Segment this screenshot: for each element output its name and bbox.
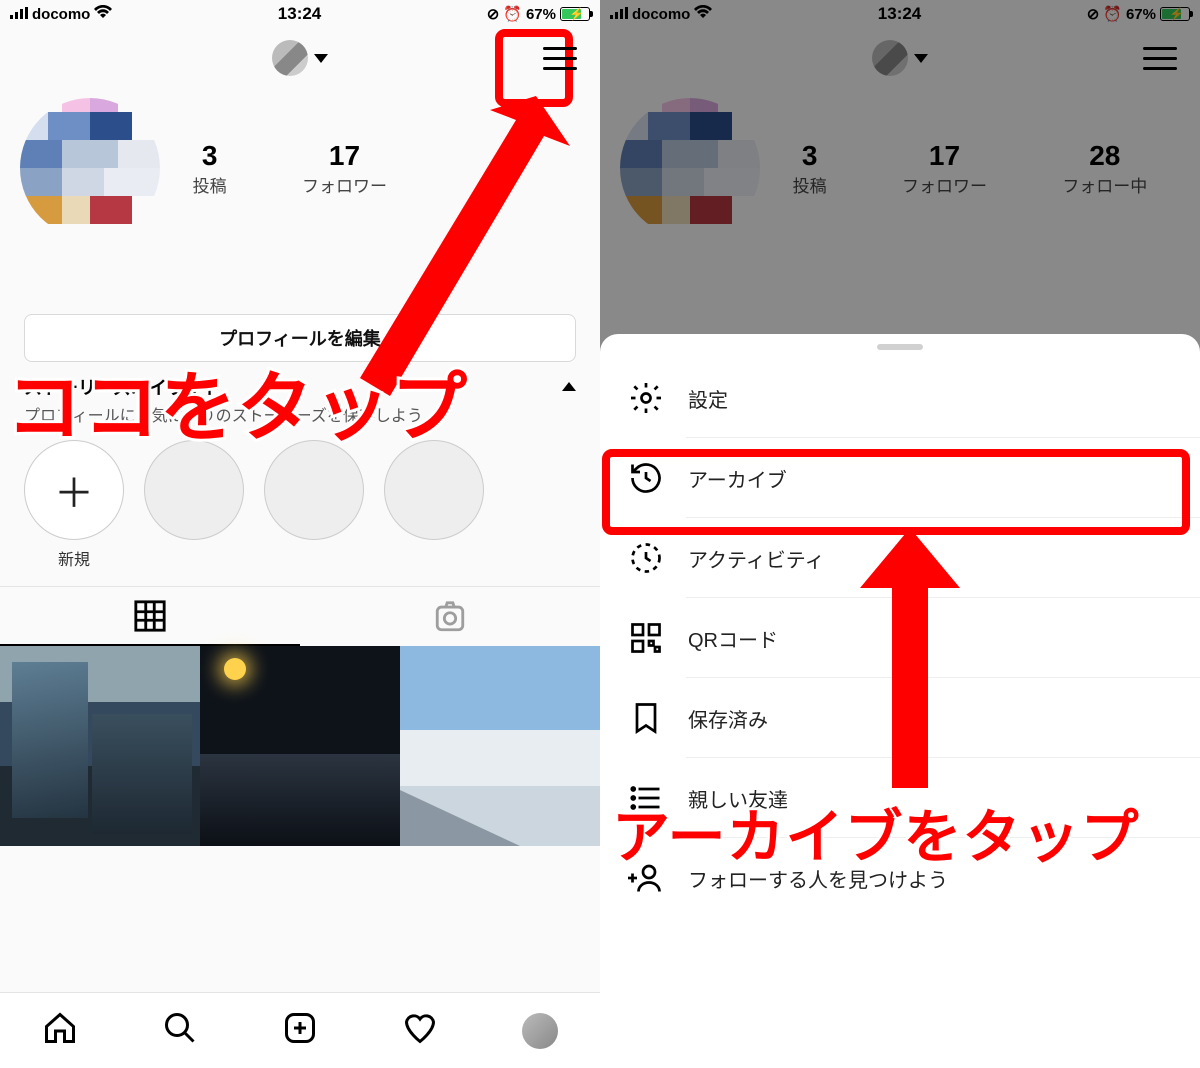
tab-grid[interactable] <box>0 587 300 646</box>
carrier-label: docomo <box>32 6 90 23</box>
annotation-tap-archive: アーカイブをタップ <box>612 790 1140 874</box>
nav-search[interactable] <box>162 1010 198 1051</box>
menu-label: 設定 <box>688 384 728 413</box>
alarm-icon: ⏰ <box>503 5 522 23</box>
chevron-down-icon <box>314 54 328 63</box>
profile-tabs <box>0 586 600 646</box>
annotation-highlight-archive <box>602 449 1190 535</box>
menu-label: 保存済み <box>688 704 768 733</box>
battery-pct: 67% <box>526 6 556 23</box>
profile-picture[interactable] <box>20 98 160 238</box>
battery-icon: ⚡ <box>560 7 590 21</box>
status-bar: docomo 13:24 ⊘ ⏰ 67% ⚡ <box>0 0 600 28</box>
bookmark-icon <box>628 700 664 736</box>
menu-item-settings[interactable]: 設定 <box>600 358 1200 438</box>
highlight-placeholder <box>144 440 244 570</box>
signal-icon <box>10 6 28 23</box>
header-avatar <box>272 40 308 76</box>
bottom-nav <box>0 992 600 1068</box>
highlight-placeholder <box>384 440 484 570</box>
nav-home[interactable] <box>42 1010 78 1051</box>
post-thumbnail[interactable] <box>0 646 200 846</box>
wifi-icon <box>94 5 112 23</box>
highlight-new[interactable]: ＋ 新規 <box>24 440 124 570</box>
post-grid <box>0 646 600 846</box>
menu-label: アクティビティ <box>688 544 825 573</box>
nav-activity[interactable] <box>402 1010 438 1051</box>
stat-posts[interactable]: 3 投稿 <box>193 140 227 197</box>
sheet-grabber[interactable] <box>877 344 923 350</box>
orientation-lock-icon: ⊘ <box>487 5 500 23</box>
qr-icon <box>628 620 664 656</box>
menu-button[interactable] <box>540 38 580 78</box>
phone-left: docomo 13:24 ⊘ ⏰ 67% ⚡ <box>0 0 600 1068</box>
menu-label: QRコード <box>688 624 778 653</box>
nav-profile[interactable] <box>522 1013 558 1049</box>
clock: 13:24 <box>278 4 321 24</box>
tab-tagged[interactable] <box>300 587 600 646</box>
username-selector[interactable] <box>272 40 328 76</box>
activity-clock-icon <box>628 540 664 576</box>
nav-create[interactable] <box>282 1010 318 1051</box>
phone-right: docomo 13:24 ⊘ ⏰ 67% ⚡ <box>600 0 1200 1068</box>
post-thumbnail[interactable] <box>200 646 400 846</box>
gear-icon <box>628 380 664 416</box>
annotation-tap-here: ココをタップ <box>6 346 468 456</box>
highlight-placeholder <box>264 440 364 570</box>
post-thumbnail[interactable] <box>400 646 600 846</box>
annotation-arrow-archive <box>850 528 970 788</box>
